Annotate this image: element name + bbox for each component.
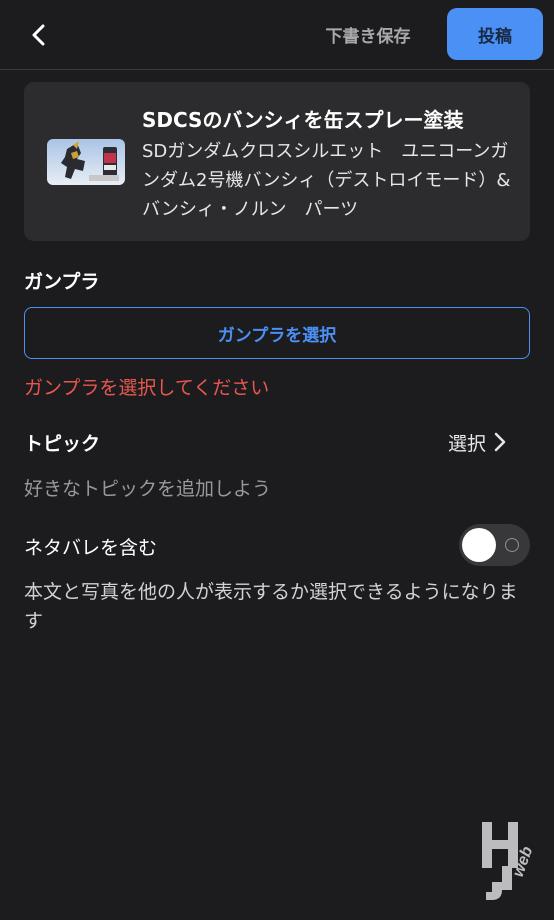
topic-select-label: 選択 xyxy=(448,432,487,455)
chevron-right-icon xyxy=(494,432,506,452)
spoiler-toggle[interactable] xyxy=(459,524,530,566)
article-title: SDCSのバンシィを缶スプレー塗装 xyxy=(142,108,464,132)
gunpla-error-message: ガンプラを選択してください xyxy=(24,377,270,399)
back-button[interactable] xyxy=(22,18,56,52)
topic-section-label: トピック xyxy=(24,433,101,455)
save-draft-button[interactable]: 下書き保存 xyxy=(312,18,424,50)
linked-article-card[interactable]: SDCSのバンシィを缶スプレー塗装 SDガンダムクロスシルエット ユニコーンガン… xyxy=(24,82,530,241)
hjweb-logo: web xyxy=(478,820,544,904)
spoiler-label: ネタバレを含む xyxy=(24,537,158,559)
top-bar: 下書き保存 投稿 xyxy=(0,0,554,70)
topic-select-button[interactable]: 選択 xyxy=(448,428,506,456)
post-button[interactable]: 投稿 xyxy=(447,8,543,60)
select-gunpla-button[interactable]: ガンプラを選択 xyxy=(24,307,530,359)
chevron-left-icon xyxy=(32,24,45,46)
spoiler-description: 本文と写真を他の人が表示するか選択できるようになります xyxy=(24,581,518,632)
article-description: SDガンダムクロスシルエット ユニコーンガンダム2号機バンシィ（デストロイモード… xyxy=(142,141,511,220)
topic-hint: 好きなトピックを追加しよう xyxy=(24,478,272,500)
gunpla-section-label: ガンプラ xyxy=(24,271,100,293)
toggle-off-icon xyxy=(505,538,519,552)
article-thumbnail xyxy=(47,139,125,185)
toggle-knob xyxy=(462,528,496,562)
